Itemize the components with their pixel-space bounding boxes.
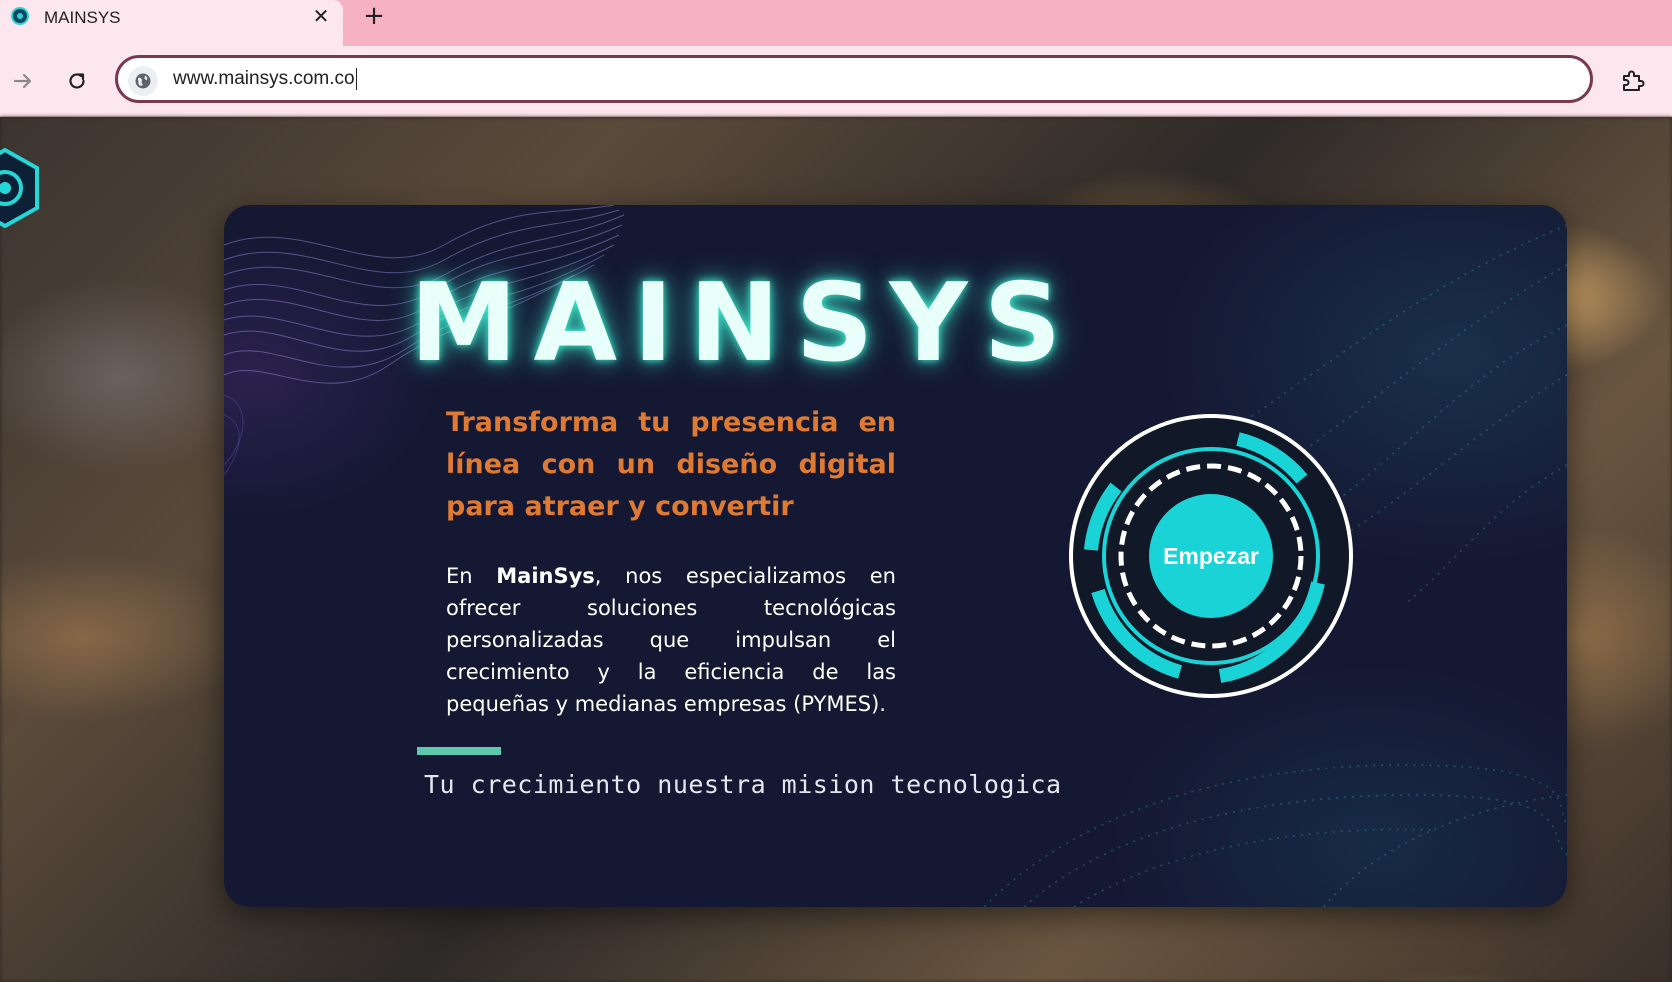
accent-bar [417, 747, 501, 755]
intro-paragraph: En MainSys, nos especializamos en ofrece… [446, 560, 896, 720]
browser-toolbar: www.mainsys.com.co [0, 46, 1672, 117]
tagline: Tu crecimiento nuestra mision tecnologic… [424, 770, 1062, 799]
start-button[interactable]: Empezar [1149, 494, 1273, 618]
brand-title: MAINSYS [410, 261, 1078, 386]
reload-button[interactable] [60, 64, 94, 98]
tab-title: MAINSYS [44, 8, 121, 27]
active-tab[interactable]: MAINSYS ✕ [0, 0, 343, 46]
headline: Transforma tu presencia en línea con un … [446, 407, 896, 522]
forward-button[interactable] [6, 64, 40, 98]
arrow-right-icon [13, 73, 32, 89]
url-text[interactable]: www.mainsys.com.co [173, 68, 357, 90]
intro-brand: MainSys [496, 564, 595, 588]
tab-strip: MAINSYS ✕ + [0, 0, 1672, 46]
close-icon[interactable]: ✕ [310, 5, 332, 27]
globe-icon [135, 73, 151, 89]
puzzle-icon [1623, 70, 1645, 91]
address-bar[interactable]: www.mainsys.com.co [115, 55, 1593, 103]
extensions-button[interactable] [1616, 64, 1650, 98]
hero-card: MAINSYS Transforma tu presencia en línea… [224, 205, 1567, 907]
side-logo-badge[interactable] [0, 148, 40, 228]
site-favicon-icon [11, 7, 29, 25]
plus-icon[interactable]: + [361, 3, 387, 29]
intro-prefix: En [446, 564, 497, 588]
reload-icon [69, 73, 85, 89]
start-widget[interactable]: Empezar [1068, 413, 1354, 699]
site-info-button[interactable] [128, 66, 158, 96]
